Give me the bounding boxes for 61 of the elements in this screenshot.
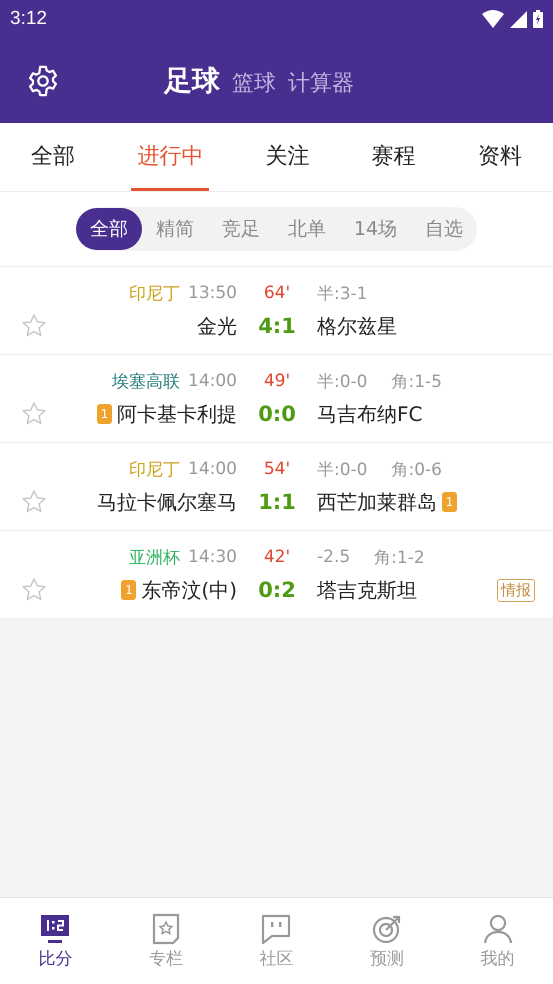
card-count: 1 (121, 580, 136, 600)
away-team: 格尔兹星 (317, 312, 397, 340)
signal-icon (510, 10, 527, 28)
away-team: 西芒加莱群岛 (317, 488, 437, 516)
sport-tab[interactable]: 计算器 (288, 68, 354, 98)
match-stat: 半:0-0 (317, 370, 368, 392)
match-stat: 角:1-2 (374, 546, 425, 568)
match-time: 14:00 (188, 459, 237, 479)
person-icon (482, 912, 514, 944)
match-stat: 角:0-6 (392, 458, 442, 480)
match-stat: -2.5 (317, 547, 350, 567)
home-team: 阿卡基卡利提 (117, 400, 237, 428)
nav-item[interactable]: 我的 (452, 912, 543, 970)
card-count: 1 (442, 492, 457, 512)
match-score: 0:2 (257, 578, 297, 602)
chat-icon (260, 912, 292, 944)
sport-tab[interactable]: 足球 (164, 62, 220, 100)
home-team: 东帝汶(中) (141, 576, 237, 604)
match-score: 0:0 (257, 402, 297, 426)
filter-chip[interactable]: 竞足 (208, 208, 274, 250)
sport-tab[interactable]: 篮球 (232, 68, 276, 98)
match-score: 4:1 (257, 314, 297, 338)
filter-chip[interactable]: 精简 (142, 208, 208, 250)
match-score: 1:1 (257, 490, 297, 514)
filter-chip[interactable]: 14场 (340, 208, 412, 250)
league-name: 亚洲杯 (129, 546, 180, 568)
league-name: 印尼丁 (129, 458, 180, 480)
match-stat: 角:1-5 (392, 370, 442, 392)
tab[interactable]: 赛程 (366, 123, 422, 191)
match-time: 14:00 (188, 371, 237, 391)
intel-tag[interactable]: 情报 (497, 578, 535, 602)
scoreboard-icon (39, 912, 72, 944)
status-time: 3:12 (10, 8, 47, 30)
filter-chip[interactable]: 自选 (411, 208, 478, 250)
battery-icon (533, 10, 543, 28)
nav-item[interactable]: 预测 (342, 912, 432, 970)
match-time: 13:50 (188, 283, 237, 303)
league-name: 埃塞高联 (112, 370, 180, 392)
nav-item[interactable]: 比分 (10, 912, 100, 970)
nav-item[interactable]: 专栏 (120, 912, 211, 970)
card-count: 1 (97, 404, 112, 424)
match-stat: 半:0-0 (317, 458, 368, 480)
match-minute: 49' (262, 371, 292, 391)
wifi-icon (482, 10, 504, 28)
tab[interactable]: 关注 (259, 123, 316, 191)
home-team: 金光 (197, 312, 237, 340)
match-minute: 54' (262, 459, 292, 479)
match-stat: 半:3-1 (317, 282, 368, 304)
settings-icon[interactable] (26, 64, 60, 98)
filter-chip[interactable]: 北单 (274, 208, 340, 250)
away-team: 马吉布纳FC (317, 400, 422, 428)
tab[interactable]: 全部 (25, 123, 82, 191)
filter-chip[interactable]: 全部 (76, 208, 142, 250)
away-team: 塔吉克斯坦 (317, 576, 417, 604)
match-time: 14:30 (188, 547, 237, 567)
match-minute: 42' (262, 547, 292, 567)
league-name: 印尼丁 (129, 282, 180, 304)
nav-item[interactable]: 社区 (231, 912, 322, 970)
home-team: 马拉卡佩尔塞马 (97, 488, 237, 516)
tab[interactable]: 资料 (472, 123, 528, 191)
match-minute: 64' (262, 283, 292, 303)
